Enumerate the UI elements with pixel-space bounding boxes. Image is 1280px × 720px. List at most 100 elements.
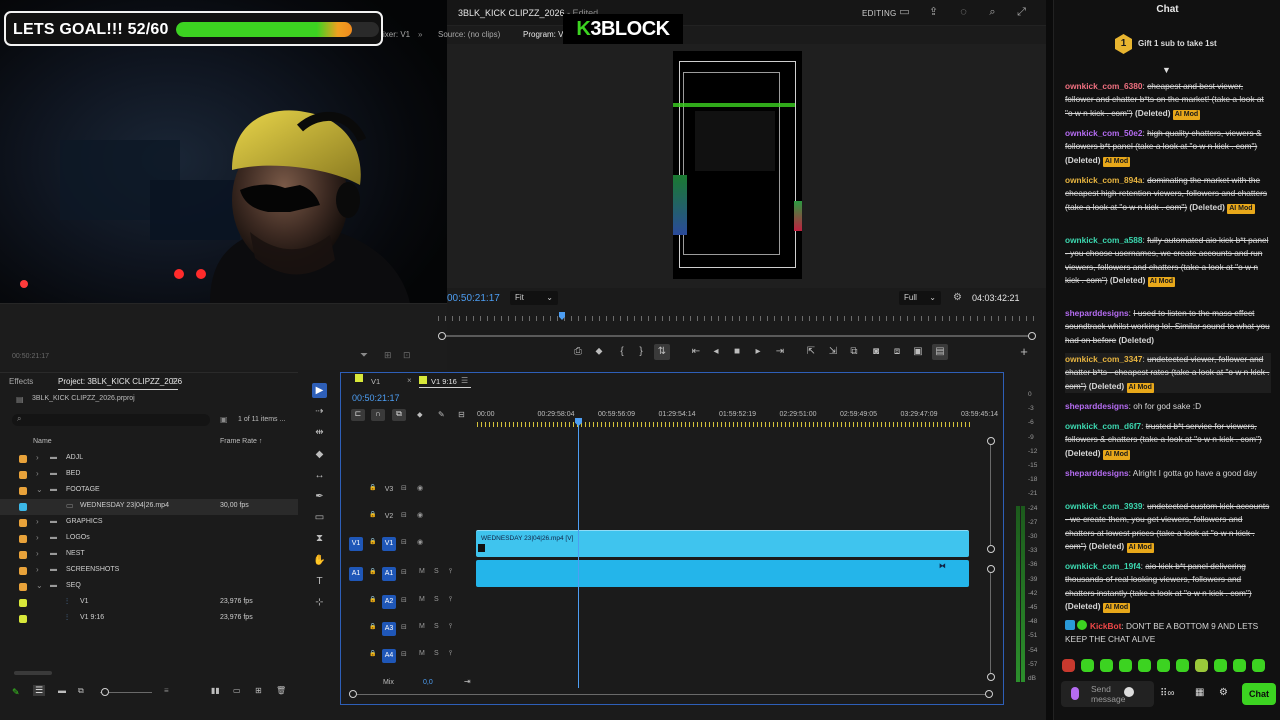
project-row[interactable]: ▭ WEDNESDAY 23|04|26.mp4 30,00 fps bbox=[0, 499, 298, 515]
multicam-icon[interactable]: ▣ bbox=[910, 344, 926, 360]
vscroll-bottom-handle[interactable] bbox=[987, 673, 995, 681]
microphone-icon[interactable]: ⫯ bbox=[449, 568, 452, 576]
mute-icon[interactable]: M bbox=[419, 650, 425, 657]
chat-username[interactable]: sheparddesigns bbox=[1065, 401, 1129, 411]
emote-icon[interactable] bbox=[1119, 659, 1132, 672]
emote-icon[interactable] bbox=[1195, 659, 1208, 672]
snap-icon[interactable]: ∩ bbox=[371, 409, 385, 421]
panel-menu-icon[interactable]: ☰ bbox=[171, 377, 178, 386]
new-bin-icon[interactable]: ▣ bbox=[220, 415, 228, 424]
track-header[interactable]: 🔒 A2 ⊟ M S ⫯ bbox=[341, 590, 477, 615]
project-row[interactable]: ⫶ V1 9:16 23,976 fps bbox=[0, 611, 298, 627]
track-header[interactable]: V1 🔒 V1 ⊟ ◉ bbox=[341, 532, 477, 557]
sort-icon[interactable]: ≡ bbox=[164, 686, 169, 695]
column-frame-rate[interactable]: Frame Rate ↑ bbox=[220, 438, 262, 445]
tab-sequence-v1[interactable]: V1 bbox=[371, 377, 380, 386]
chevron-down-icon[interactable]: ⌄ bbox=[36, 581, 43, 590]
timeline-hscroll[interactable] bbox=[349, 690, 993, 698]
ripple-edit-icon[interactable]: ⇹ bbox=[312, 425, 327, 440]
pinned-toggle-icon[interactable]: ▼ bbox=[1162, 66, 1172, 75]
lift-icon[interactable]: ⎙ bbox=[570, 344, 586, 360]
lock-icon[interactable]: 🔒 bbox=[369, 650, 376, 657]
trash-icon[interactable]: 🗑 bbox=[276, 686, 286, 695]
expand-icon[interactable]: » bbox=[418, 30, 422, 39]
mute-icon[interactable]: M bbox=[419, 596, 425, 603]
remix-icon[interactable]: ⧗ bbox=[312, 531, 327, 546]
sync-lock-icon[interactable]: ⊟ bbox=[401, 568, 407, 576]
track-header[interactable]: 🔒 A3 ⊟ M S ⫯ bbox=[341, 617, 477, 642]
gift-leaderboard[interactable]: 1 Gift 1 sub to take 1st bbox=[1064, 33, 1271, 55]
go-to-out-icon[interactable]: ⇥ bbox=[772, 344, 788, 360]
share-icon[interactable]: ⇪ bbox=[927, 6, 940, 19]
chat-message[interactable]: ownkick_com_a588: fully automated aio ki… bbox=[1065, 234, 1271, 287]
mute-icon[interactable]: M bbox=[419, 568, 425, 575]
compare-icon[interactable]: ⧈ bbox=[889, 344, 905, 360]
project-row[interactable]: ⌄ ▬ FOOTAGE bbox=[0, 483, 298, 499]
emoji-icon[interactable] bbox=[1124, 687, 1134, 697]
timeline-playhead[interactable] bbox=[578, 418, 579, 688]
chat-username[interactable]: ownkick_com_6380 bbox=[1065, 81, 1142, 91]
quality-select[interactable]: Full ⌄ bbox=[899, 291, 941, 305]
emote-icon[interactable] bbox=[1100, 659, 1113, 672]
chevron-right-icon[interactable]: › bbox=[36, 453, 39, 462]
slip-icon[interactable]: ↔ bbox=[312, 468, 327, 483]
column-name[interactable]: Name bbox=[33, 438, 52, 445]
export-frame-icon[interactable]: ⊞ bbox=[384, 350, 392, 361]
chat-message-bot[interactable]: KickBot: DON'T BE A BOTTOM 9 AND LETS KE… bbox=[1065, 620, 1271, 647]
eye-icon[interactable]: ◉ bbox=[417, 511, 423, 519]
chat-message[interactable]: ownkick_com_6380: cheapest and best view… bbox=[1065, 80, 1271, 120]
timeline-timecode[interactable]: 00:50:21:17 bbox=[352, 393, 400, 403]
progress-icon[interactable]: ◌ bbox=[957, 6, 970, 19]
project-row[interactable]: › ▬ LOGOs bbox=[0, 531, 298, 547]
workspaces-icon[interactable]: ▭ bbox=[898, 6, 911, 19]
mark-out-icon[interactable]: } bbox=[633, 344, 649, 360]
emote-icon[interactable] bbox=[1062, 659, 1075, 672]
chevron-right-icon[interactable]: › bbox=[36, 469, 39, 478]
tab-audio-mixer[interactable]: ixer: V1 bbox=[383, 30, 410, 39]
project-row[interactable]: ⌄ ▬ SEQ bbox=[0, 579, 298, 595]
chevron-right-icon[interactable]: › bbox=[36, 533, 39, 542]
track-name[interactable]: A4 bbox=[382, 649, 396, 663]
trim-icon[interactable]: ⧉ bbox=[846, 344, 862, 360]
vscroll-mid2-handle[interactable] bbox=[987, 565, 995, 573]
timeline-vscroll[interactable] bbox=[987, 437, 995, 687]
list-view-icon[interactable]: ☰ bbox=[33, 685, 46, 696]
eye-icon[interactable]: ◉ bbox=[417, 538, 423, 546]
nest-icon[interactable]: ⊏ bbox=[351, 409, 365, 421]
solo-icon[interactable]: S bbox=[434, 623, 439, 630]
close-icon[interactable]: × bbox=[407, 376, 412, 385]
lock-icon[interactable]: 🔒 bbox=[369, 623, 376, 630]
chat-message[interactable]: sheparddesigns: Alright I gotta go have … bbox=[1065, 467, 1271, 480]
sync-lock-icon[interactable]: ⊟ bbox=[401, 484, 407, 492]
timeline-ruler[interactable]: 00:00 00:29:58:04 00:59:56:09 01:29:54:14 01… bbox=[477, 407, 998, 427]
chat-username[interactable]: sheparddesigns bbox=[1065, 468, 1129, 478]
send-message-input[interactable]: Send message bbox=[1061, 681, 1154, 707]
marker-icon[interactable]: ⬥ bbox=[591, 344, 607, 360]
add-button-icon[interactable]: + bbox=[1016, 344, 1032, 360]
chevron-down-icon[interactable]: ⌄ bbox=[36, 485, 43, 494]
eye-icon[interactable]: ◉ bbox=[417, 484, 423, 492]
zoom-end-handle[interactable] bbox=[1028, 332, 1036, 340]
chat-message[interactable]: ownkick_com_3347: undetected viewer, fol… bbox=[1065, 353, 1271, 393]
chat-message[interactable]: ownkick_com_d6f7: trusted b*t service fo… bbox=[1065, 420, 1271, 460]
filter-icon[interactable]: ⏷ bbox=[360, 350, 368, 361]
chat-username[interactable]: ownkick_com_894a bbox=[1065, 175, 1142, 185]
lock-icon[interactable]: 🔒 bbox=[369, 596, 376, 603]
chat-username[interactable]: ownkick_com_3347 bbox=[1065, 354, 1142, 364]
sync-lock-icon[interactable]: ⊟ bbox=[401, 650, 407, 658]
chevron-right-icon[interactable]: › bbox=[36, 517, 39, 526]
microphone-icon[interactable]: ⫯ bbox=[449, 623, 452, 631]
emote-icon[interactable] bbox=[1233, 659, 1246, 672]
tab-program[interactable]: Program: V1 bbox=[523, 30, 568, 39]
chat-username[interactable]: ownkick_com_19f4 bbox=[1065, 561, 1141, 571]
audio-clip[interactable]: ⧓ bbox=[476, 560, 969, 587]
lock-icon[interactable]: 🔒 bbox=[369, 538, 376, 545]
tab-sequence-v1-916[interactable]: V1 9:16 bbox=[431, 377, 457, 386]
project-row[interactable]: › ▬ SCREENSHOTS bbox=[0, 563, 298, 579]
store-icon[interactable]: ▦ bbox=[1195, 687, 1204, 698]
chat-username[interactable]: KickBot bbox=[1090, 621, 1121, 631]
lock-icon[interactable]: 🔒 bbox=[369, 568, 376, 575]
chat-username[interactable]: ownkick_com_d6f7 bbox=[1065, 421, 1141, 431]
track-header[interactable]: A1 🔒 A1 ⊟ M S ⫯ bbox=[341, 562, 477, 587]
pencil-icon[interactable]: ✎ bbox=[12, 687, 20, 698]
